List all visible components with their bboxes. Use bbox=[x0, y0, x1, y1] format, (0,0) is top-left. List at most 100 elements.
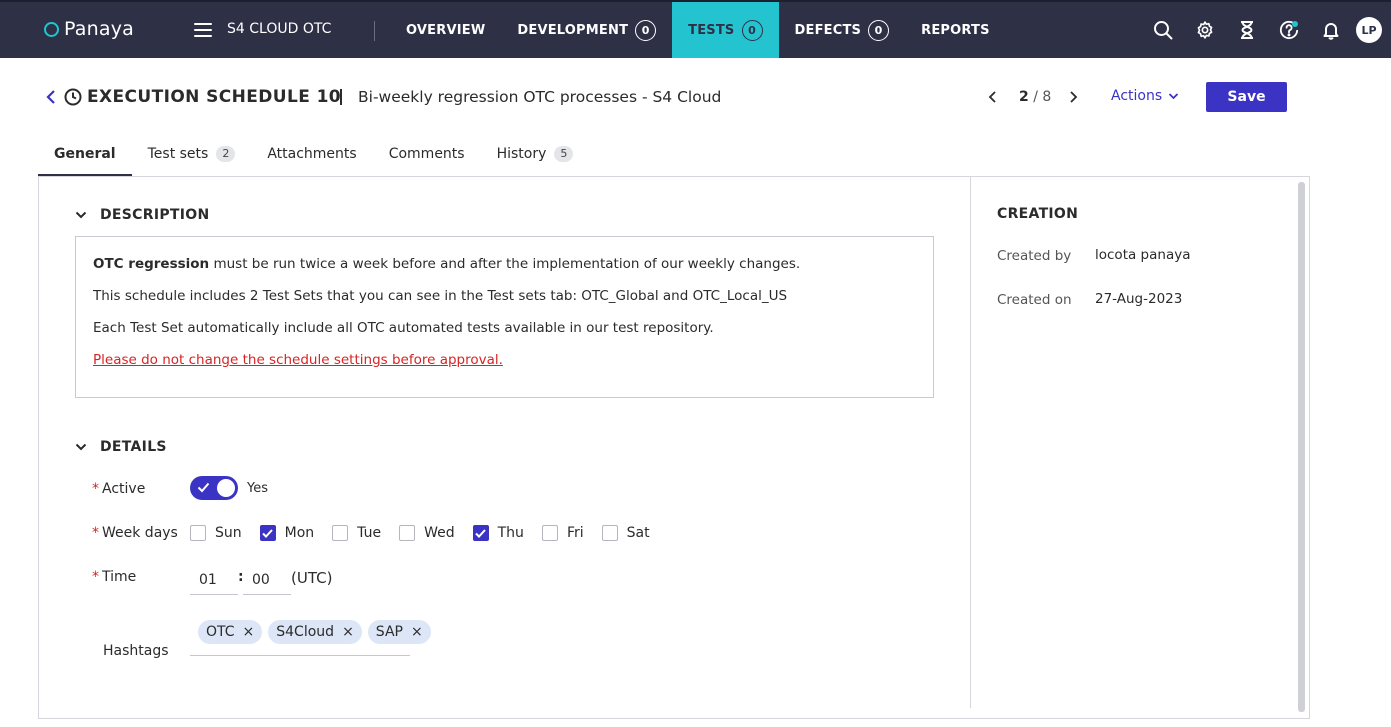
nav-overview-label: OVERVIEW bbox=[406, 22, 486, 38]
remove-hashtag-icon[interactable]: × bbox=[243, 624, 255, 640]
weekday-checkbox[interactable] bbox=[190, 525, 206, 541]
tab-comments[interactable]: Comments bbox=[373, 131, 481, 176]
tab-history[interactable]: History 5 bbox=[481, 131, 590, 176]
panel-divider bbox=[970, 177, 971, 708]
bell-icon[interactable] bbox=[1310, 2, 1352, 58]
nav-reports[interactable]: REPORTS bbox=[905, 2, 1006, 58]
description-line-3: Each Test Set automatically include all … bbox=[93, 320, 714, 336]
help-icon[interactable] bbox=[1268, 2, 1310, 58]
logo-ring-icon bbox=[44, 21, 59, 37]
vertical-scrollbar[interactable] bbox=[1298, 182, 1305, 712]
time-minute-input[interactable] bbox=[243, 565, 291, 595]
help-notification-dot bbox=[1292, 21, 1298, 27]
tab-test-sets-label: Test sets bbox=[147, 145, 209, 162]
required-marker: * bbox=[92, 525, 99, 541]
title-divider bbox=[340, 89, 342, 105]
nav-development-label: DEVELOPMENT bbox=[517, 22, 629, 38]
tab-attachments[interactable]: Attachments bbox=[251, 131, 372, 176]
weekday-checkbox[interactable] bbox=[259, 525, 276, 541]
remove-hashtag-icon[interactable]: × bbox=[342, 624, 354, 640]
page-subtitle[interactable]: Bi-weekly regression OTC processes - S4 … bbox=[358, 88, 721, 106]
weekday-tue[interactable]: Tue bbox=[332, 525, 381, 541]
hourglass-icon[interactable] bbox=[1226, 2, 1268, 58]
approval-warning-link[interactable]: Please do not change the schedule settin… bbox=[93, 352, 503, 368]
weekday-checkbox[interactable] bbox=[601, 525, 618, 541]
weekday-checkbox[interactable] bbox=[399, 525, 416, 541]
weekday-checkbox[interactable] bbox=[472, 525, 489, 541]
next-record-icon[interactable] bbox=[1066, 90, 1080, 104]
nav-development-count: 0 bbox=[635, 19, 657, 41]
hamburger-menu-icon[interactable] bbox=[194, 23, 212, 37]
nav-reports-label: REPORTS bbox=[921, 22, 990, 38]
gear-icon[interactable] bbox=[1184, 2, 1226, 58]
nav-tests-count: 0 bbox=[741, 19, 763, 41]
nav-overview[interactable]: OVERVIEW bbox=[390, 2, 501, 58]
pager-total: / 8 bbox=[1028, 89, 1052, 105]
nav-defects[interactable]: DEFECTS 0 bbox=[779, 2, 906, 58]
page-title: EXECUTION SCHEDULE 10 bbox=[87, 87, 342, 107]
weekday-sat[interactable]: Sat bbox=[601, 525, 650, 541]
hashtag-text: SAP bbox=[375, 624, 403, 640]
created-by-value: locota panaya bbox=[1095, 247, 1191, 263]
hashtags-input[interactable]: OTC × S4Cloud × SAP × bbox=[190, 620, 431, 656]
created-on-label: Created on bbox=[997, 292, 1072, 308]
check-icon bbox=[197, 482, 210, 493]
weekday-label: Tue bbox=[357, 525, 382, 541]
weekday-wed[interactable]: Wed bbox=[399, 525, 455, 541]
hashtag-chip: SAP × bbox=[367, 620, 431, 644]
weekday-label: Sat bbox=[626, 525, 650, 541]
tab-comments-label: Comments bbox=[388, 145, 465, 162]
description-section-toggle[interactable]: DESCRIPTION bbox=[75, 207, 209, 223]
weekday-checkbox[interactable] bbox=[541, 525, 558, 541]
top-navigation-bar: Panaya S4 CLOUD OTC OVERVIEW DEVELOPMENT… bbox=[0, 0, 1391, 58]
time-hour-input[interactable] bbox=[190, 565, 238, 595]
week-days-group: Sun Mon Tue Wed Thu Fri Sat bbox=[190, 525, 668, 541]
nav-defects-label: DEFECTS bbox=[794, 22, 862, 38]
tab-test-sets-count: 2 bbox=[216, 145, 236, 162]
created-on-value: 27-Aug-2023 bbox=[1095, 291, 1183, 307]
tab-general-label: General bbox=[54, 145, 116, 162]
nav-tests[interactable]: TESTS 0 bbox=[672, 2, 779, 58]
active-value: Yes bbox=[247, 481, 268, 496]
week-days-label-text: Week days bbox=[102, 525, 178, 541]
check-icon bbox=[475, 528, 486, 538]
back-chevron-icon[interactable] bbox=[45, 89, 57, 105]
previous-record-icon[interactable] bbox=[986, 90, 1000, 104]
description-box[interactable]: OTC regression must be run twice a week … bbox=[75, 236, 934, 398]
actions-dropdown[interactable]: Actions bbox=[1111, 88, 1179, 104]
actions-label: Actions bbox=[1111, 88, 1163, 104]
panaya-logo[interactable]: Panaya bbox=[44, 18, 134, 40]
logo-text: Panaya bbox=[64, 18, 135, 40]
user-avatar[interactable]: LP bbox=[1356, 17, 1382, 43]
remove-hashtag-icon[interactable]: × bbox=[411, 624, 423, 640]
active-toggle[interactable] bbox=[190, 476, 238, 500]
required-marker: * bbox=[92, 569, 99, 585]
chevron-down-icon bbox=[75, 211, 87, 219]
save-button[interactable]: Save bbox=[1206, 82, 1287, 112]
hashtags-label: Hashtags bbox=[103, 643, 169, 659]
week-days-label: * Week days bbox=[92, 525, 178, 541]
check-icon bbox=[262, 528, 273, 538]
weekday-thu[interactable]: Thu bbox=[472, 525, 524, 541]
hashtag-text: OTC bbox=[206, 624, 235, 640]
weekday-fri[interactable]: Fri bbox=[541, 525, 584, 541]
time-label: * Time bbox=[92, 569, 136, 585]
project-name[interactable]: S4 CLOUD OTC bbox=[227, 21, 331, 37]
main-nav: OVERVIEW DEVELOPMENT 0 TESTS 0 DEFECTS 0… bbox=[390, 2, 1006, 58]
details-section-toggle[interactable]: DETAILS bbox=[75, 439, 167, 455]
description-line-1: OTC regression must be run twice a week … bbox=[93, 256, 916, 288]
nav-tests-label: TESTS bbox=[688, 22, 735, 38]
weekday-sun[interactable]: Sun bbox=[190, 525, 242, 541]
description-heading: DESCRIPTION bbox=[100, 207, 210, 223]
tab-test-sets[interactable]: Test sets 2 bbox=[132, 131, 252, 176]
weekday-label: Fri bbox=[566, 525, 584, 541]
time-zone: (UTC) bbox=[291, 569, 333, 587]
weekday-mon[interactable]: Mon bbox=[259, 525, 314, 541]
tab-general[interactable]: General bbox=[38, 131, 132, 177]
topbar-divider bbox=[374, 21, 375, 41]
active-label: * Active bbox=[92, 481, 145, 497]
time-label-text: Time bbox=[102, 569, 137, 585]
search-icon[interactable] bbox=[1142, 2, 1184, 58]
nav-development[interactable]: DEVELOPMENT 0 bbox=[501, 2, 672, 58]
weekday-checkbox[interactable] bbox=[332, 525, 349, 541]
